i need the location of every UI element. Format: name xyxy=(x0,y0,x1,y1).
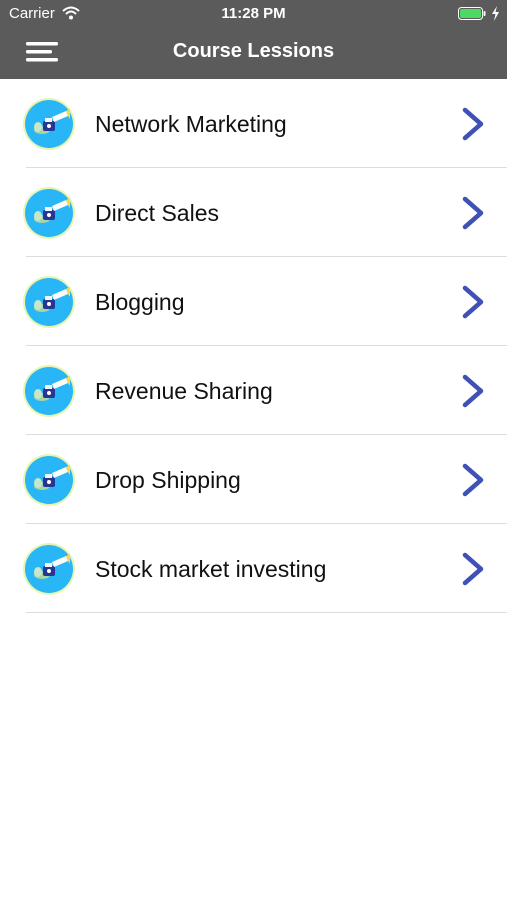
lesson-row[interactable]: Network Marketing xyxy=(0,79,507,168)
lesson-title: Blogging xyxy=(95,289,185,315)
lesson-thumbnail-icon xyxy=(23,543,75,595)
status-time: 11:28 PM xyxy=(221,5,286,22)
chevron-right-icon xyxy=(462,552,484,586)
lesson-thumbnail-icon xyxy=(23,454,75,506)
chevron-right-icon xyxy=(462,285,484,319)
lesson-thumbnail-icon xyxy=(23,98,75,150)
top-bar: Carrier 11:28 PM Course Lessions xyxy=(0,0,507,79)
page-title: Course Lessions xyxy=(172,40,335,62)
lesson-list: Network Marketing Direct Sales Blogging … xyxy=(0,79,507,613)
lesson-thumbnail-icon xyxy=(23,187,75,239)
lesson-thumbnail-icon xyxy=(23,276,75,328)
lesson-title: Network Marketing xyxy=(95,111,287,137)
chevron-right-icon xyxy=(462,107,484,141)
charging-bolt-icon xyxy=(492,6,499,21)
lesson-row[interactable]: Revenue Sharing xyxy=(0,346,507,435)
lesson-row[interactable]: Drop Shipping xyxy=(0,435,507,524)
nav-bar: Course Lessions xyxy=(0,28,507,79)
lesson-thumbnail-icon xyxy=(23,365,75,417)
lesson-title: Stock market investing xyxy=(95,556,327,582)
lesson-title: Direct Sales xyxy=(95,200,219,226)
battery-icon xyxy=(458,7,486,20)
lesson-title: Drop Shipping xyxy=(95,467,241,493)
chevron-right-icon xyxy=(462,196,484,230)
lesson-title: Revenue Sharing xyxy=(95,378,273,404)
row-divider xyxy=(26,612,507,613)
lesson-row[interactable]: Blogging xyxy=(0,257,507,346)
chevron-right-icon xyxy=(462,374,484,408)
chevron-right-icon xyxy=(462,463,484,497)
lesson-row[interactable]: Stock market investing xyxy=(0,524,507,613)
app-screen: Carrier 11:28 PM Course Lessions Network… xyxy=(0,0,507,900)
lesson-row[interactable]: Direct Sales xyxy=(0,168,507,257)
status-bar: Carrier 11:28 PM xyxy=(0,0,507,28)
